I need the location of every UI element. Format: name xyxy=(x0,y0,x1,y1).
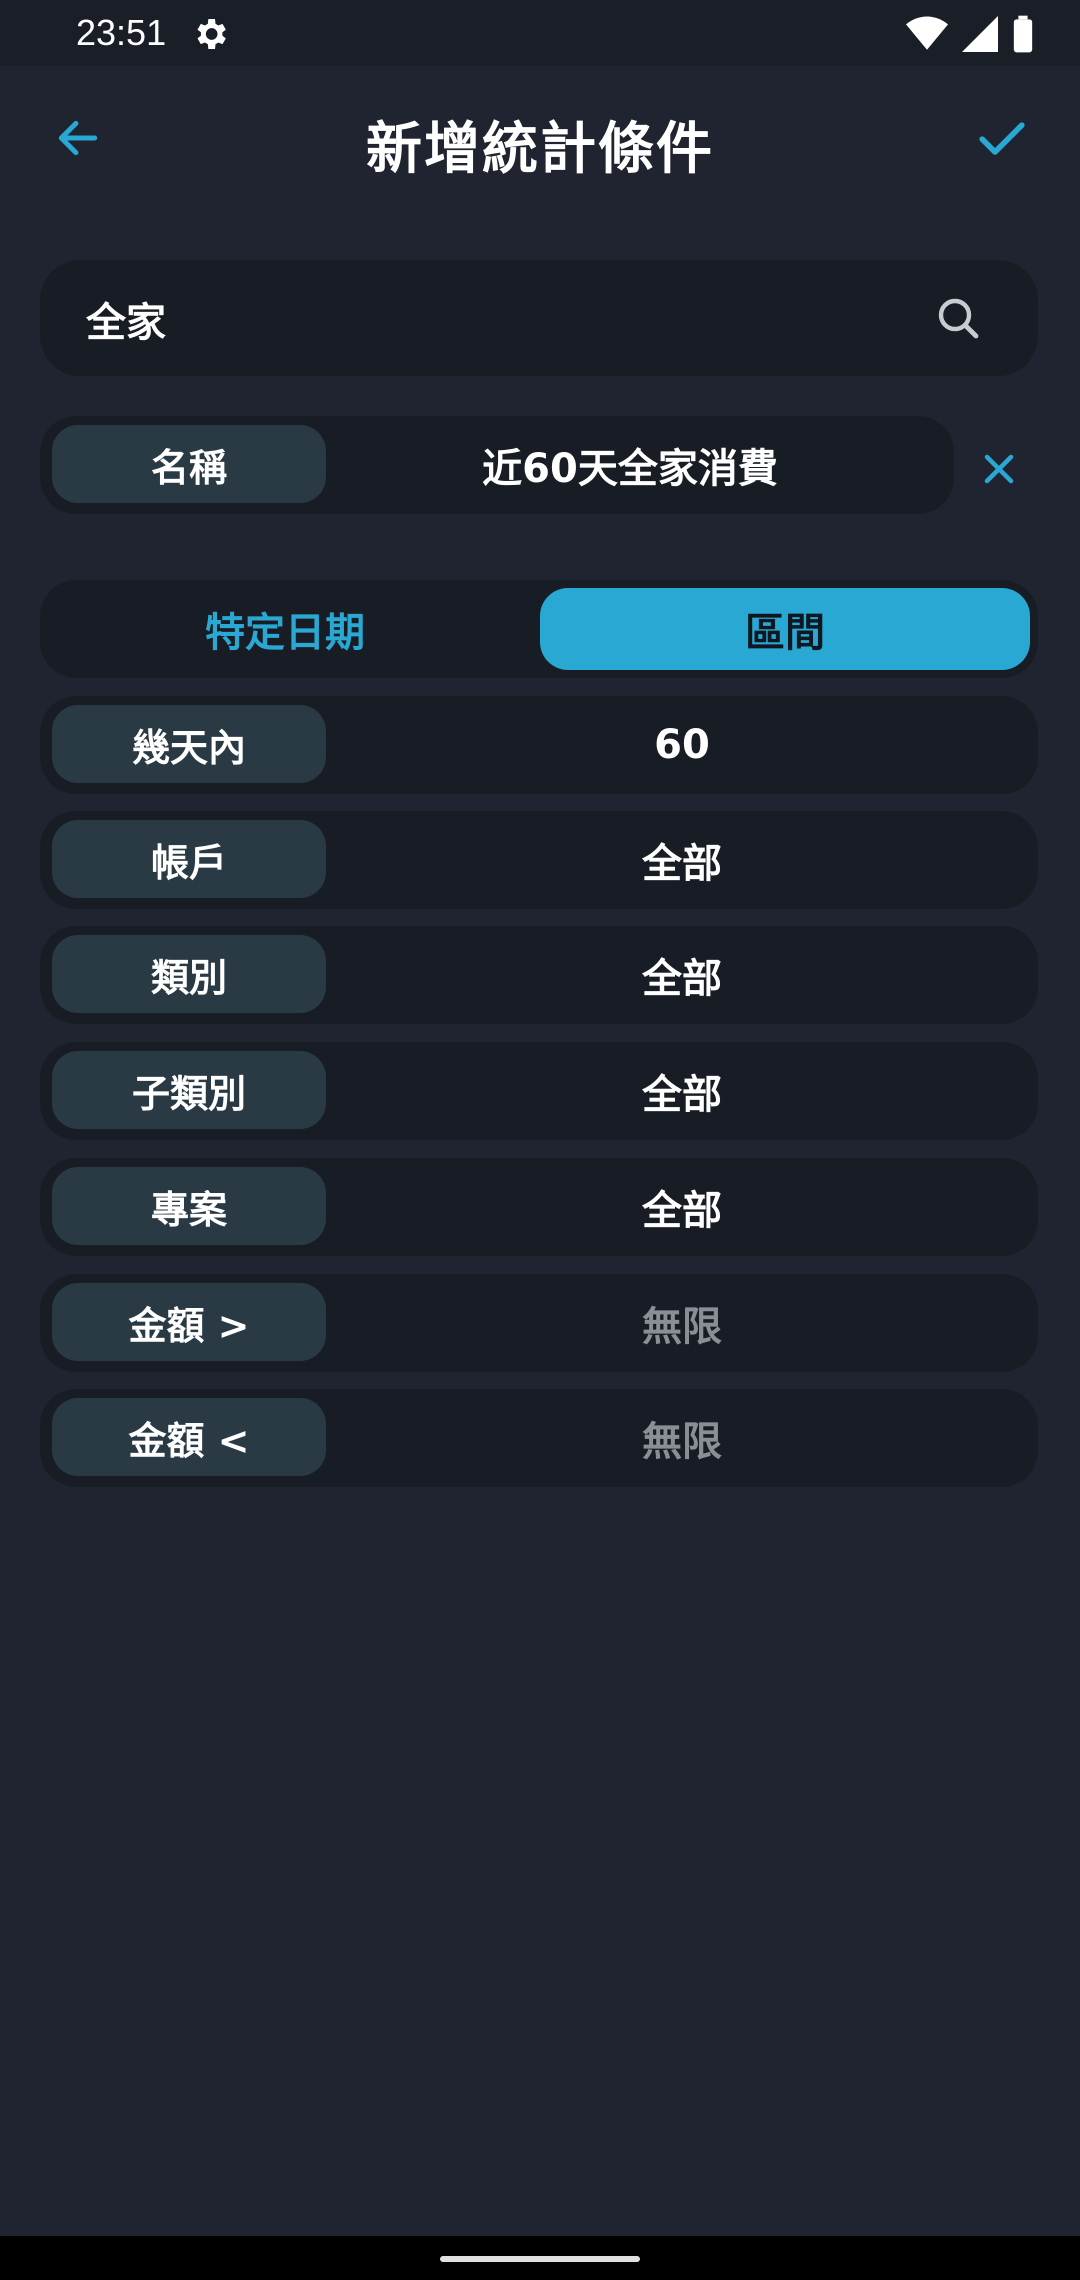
project-row[interactable]: 專案 全部 xyxy=(40,1158,1038,1256)
subcategory-row[interactable]: 子類別 全部 xyxy=(40,1042,1038,1140)
category-row[interactable]: 類別 全部 xyxy=(40,926,1038,1024)
row-value[interactable]: 全部 xyxy=(326,1042,1038,1140)
check-icon xyxy=(979,122,1025,155)
search-input-value[interactable]: 全家 xyxy=(86,290,166,348)
row-label: 專案 xyxy=(52,1167,326,1245)
cell-signal-icon xyxy=(962,16,998,52)
app-bar: 新增統計條件 xyxy=(0,66,1080,218)
status-icons xyxy=(906,14,1034,54)
home-indicator[interactable] xyxy=(440,2256,640,2262)
status-bar: 23:51 xyxy=(0,0,1080,66)
battery-icon xyxy=(1013,15,1033,53)
row-value[interactable]: 無限 xyxy=(326,1389,1038,1487)
row-label: 類別 xyxy=(52,935,326,1013)
row-value[interactable]: 全部 xyxy=(326,926,1038,1024)
amount-greater-row[interactable]: 金額 > 無限 xyxy=(40,1274,1038,1372)
row-label: 幾天內 xyxy=(52,705,326,783)
row-label: 金額 < xyxy=(52,1398,326,1476)
name-value[interactable]: 近60天全家消費 xyxy=(326,416,954,514)
row-value[interactable]: 無限 xyxy=(326,1274,1038,1372)
segment-range[interactable]: 區間 xyxy=(540,588,1030,670)
page-title: 新增統計條件 xyxy=(366,117,714,182)
amount-less-row[interactable]: 金額 < 無限 xyxy=(40,1389,1038,1487)
row-label: 金額 > xyxy=(52,1283,326,1361)
clear-name-button[interactable] xyxy=(970,440,1028,498)
row-value[interactable]: 60 xyxy=(326,696,1038,794)
account-row[interactable]: 帳戶 全部 xyxy=(40,811,1038,909)
row-value[interactable]: 全部 xyxy=(326,1158,1038,1256)
days-within-row[interactable]: 幾天內 60 xyxy=(40,696,1038,794)
close-icon xyxy=(984,454,1014,484)
row-label: 帳戶 xyxy=(52,820,326,898)
row-value[interactable]: 全部 xyxy=(326,811,1038,909)
settings-gear-icon xyxy=(197,19,226,49)
search-field[interactable]: 全家 xyxy=(40,260,1038,376)
status-time: 23:51 xyxy=(76,12,167,53)
confirm-button[interactable] xyxy=(970,106,1034,170)
wifi-icon xyxy=(906,16,948,50)
date-mode-segmented-control: 特定日期 區間 xyxy=(40,580,1038,678)
navigation-bar xyxy=(0,2236,1080,2280)
name-label: 名稱 xyxy=(52,425,326,503)
search-icon[interactable] xyxy=(934,294,982,342)
row-label: 子類別 xyxy=(52,1051,326,1129)
segment-specific-date[interactable]: 特定日期 xyxy=(40,588,530,670)
name-field-row[interactable]: 名稱 近60天全家消費 xyxy=(40,416,954,514)
